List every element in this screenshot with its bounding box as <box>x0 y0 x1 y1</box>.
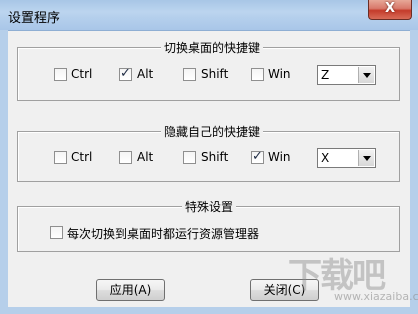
switch-shift-checkbox[interactable] <box>183 68 196 81</box>
chevron-down-icon[interactable] <box>358 67 374 83</box>
window-frame-bottom <box>0 307 418 314</box>
switch-win-label: Win <box>268 67 291 81</box>
switch-shift-label: Shift <box>201 67 229 81</box>
watermark-url: www.xiazaiba.com <box>334 290 418 303</box>
hide-win-checkbox[interactable] <box>251 149 264 164</box>
group-legend: 隐藏自己的快捷键 <box>161 123 264 140</box>
run-explorer-label: 每次切换到桌面时都运行资源管理器 <box>67 227 260 241</box>
switch-win-checkbox[interactable] <box>251 68 264 81</box>
hide-shift-label: Shift <box>201 150 229 164</box>
hide-alt-label: Alt <box>137 150 154 164</box>
close-icon: X <box>384 1 396 16</box>
switch-alt-label: Alt <box>137 67 154 81</box>
run-explorer-checkbox[interactable] <box>50 226 63 239</box>
window-close-button[interactable]: X <box>368 0 412 20</box>
hide-key-value: X <box>321 151 330 165</box>
group-legend: 切换桌面的快捷键 <box>161 39 264 56</box>
hide-key-select[interactable]: X <box>317 148 376 168</box>
window-title: 设置程序 <box>8 11 61 26</box>
watermark-logo: 下载吧 www.xiazaiba.com <box>288 248 418 304</box>
window-frame-left <box>0 30 8 314</box>
hide-shift-checkbox[interactable] <box>183 151 196 164</box>
hide-win-label: Win <box>268 150 291 164</box>
window-frame-right <box>410 30 418 314</box>
switch-ctrl-checkbox[interactable] <box>54 68 67 81</box>
hide-ctrl-label: Ctrl <box>71 150 93 164</box>
chevron-down-icon[interactable] <box>358 150 374 166</box>
switch-ctrl-label: Ctrl <box>71 67 93 81</box>
hide-ctrl-checkbox[interactable] <box>54 151 67 164</box>
apply-button[interactable]: 应用(A) <box>96 279 165 301</box>
switch-key-select[interactable]: Z <box>317 65 376 85</box>
group-legend: 特殊设置 <box>182 198 237 215</box>
switch-alt-checkbox[interactable] <box>119 66 132 81</box>
hide-alt-checkbox[interactable] <box>119 151 132 164</box>
title-bar[interactable]: 设置程序 X <box>0 0 418 31</box>
switch-key-value: Z <box>321 68 330 82</box>
